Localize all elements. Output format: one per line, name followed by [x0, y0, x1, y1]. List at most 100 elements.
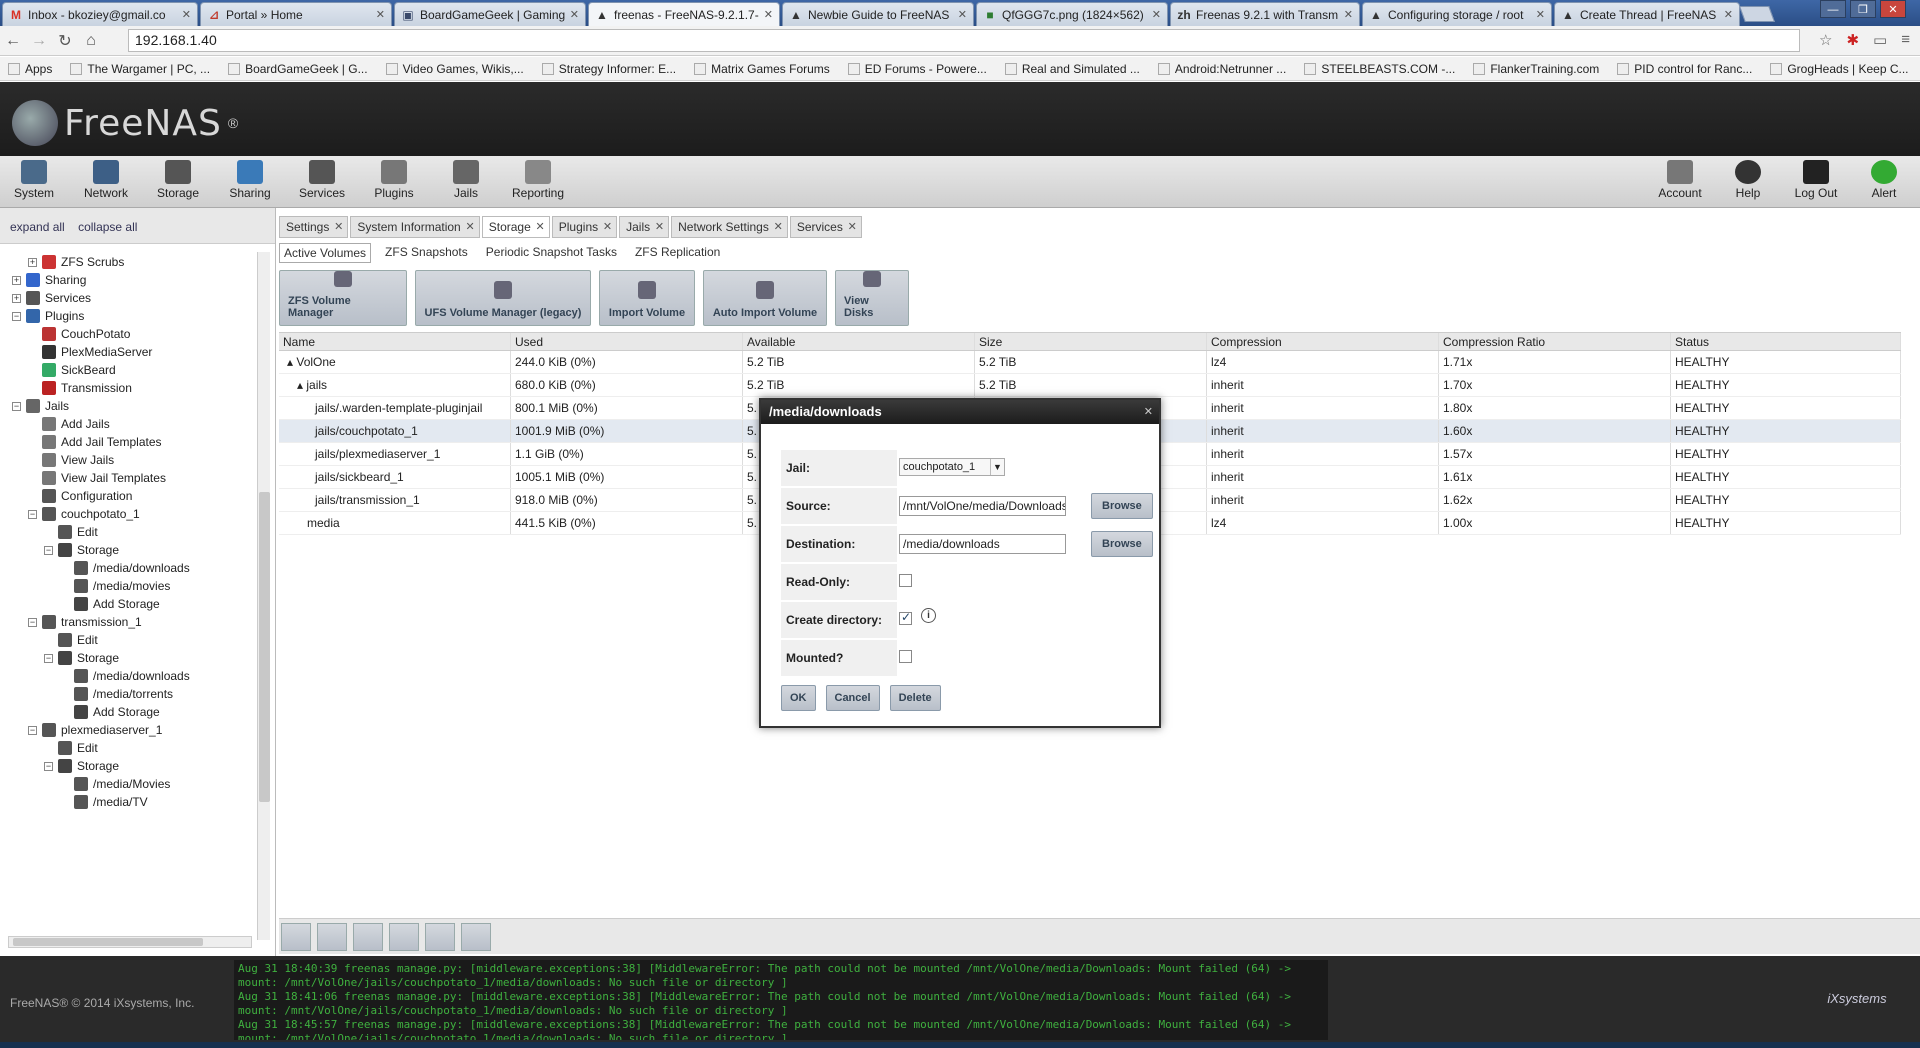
tree-item[interactable]: Add Storage	[74, 702, 160, 722]
tree-expander-icon[interactable]: −	[44, 761, 53, 771]
toolbar-log-out-button[interactable]: Log Out	[1786, 160, 1846, 200]
close-icon[interactable]: ✕	[1724, 8, 1733, 21]
browser-tab[interactable]: ▲ Configuring storage / root ✕	[1362, 2, 1552, 26]
close-icon[interactable]: ✕	[603, 217, 612, 237]
tree-item[interactable]: − transmission_1	[28, 612, 142, 632]
destination-input[interactable]: /media/downloads	[899, 534, 1066, 554]
toolbar-services-button[interactable]: Services	[292, 160, 352, 200]
reload-icon[interactable]: ↻	[52, 31, 78, 51]
bookmark-star-icon[interactable]: ☆	[1819, 31, 1832, 49]
new-tab-button[interactable]	[1739, 6, 1775, 22]
tree-expander-icon[interactable]: −	[44, 653, 53, 663]
toolbar-network-button[interactable]: Network	[76, 160, 136, 200]
tree-item[interactable]: Add Jail Templates	[42, 432, 162, 452]
close-icon[interactable]: ✕	[1344, 8, 1353, 21]
close-icon[interactable]: ✕	[536, 217, 545, 237]
tree-item[interactable]: Add Storage	[74, 594, 160, 614]
subtab-active-volumes[interactable]: Active Volumes	[279, 243, 372, 263]
extension-icon[interactable]: ✱	[1846, 31, 1859, 49]
bookmark-item[interactable]: FlankerTraining.com	[1473, 62, 1599, 76]
close-icon[interactable]: ✕	[655, 217, 664, 237]
close-icon[interactable]: ✕	[466, 217, 475, 237]
bookmark-item[interactable]: Apps	[8, 62, 52, 76]
tree-item[interactable]: Configuration	[42, 486, 132, 506]
browser-tab[interactable]: ▲ Create Thread | FreeNAS C ✕	[1554, 2, 1740, 26]
forward-arrow-icon[interactable]: →	[26, 32, 52, 50]
bookmark-item[interactable]: ED Forums - Powere...	[847, 62, 987, 76]
tree-expander-icon[interactable]: −	[12, 401, 21, 411]
bookmark-item[interactable]: Strategy Informer: E...	[541, 62, 676, 76]
tab-storage[interactable]: Storage ✕	[481, 216, 550, 238]
tree-expander-icon[interactable]: −	[28, 509, 37, 519]
table-row[interactable]: ▴ VolOne 244.0 KiB (0%) 5.2 TiB 5.2 TiB lz4 1…	[279, 351, 1901, 374]
read-only-checkbox[interactable]	[899, 574, 912, 587]
tree-expander-icon[interactable]: ▴	[297, 378, 306, 392]
close-icon[interactable]: ✕	[1536, 8, 1545, 21]
tree-item[interactable]: Edit	[58, 738, 98, 758]
dialog-close-icon[interactable]: ✕	[1144, 400, 1153, 424]
column-header[interactable]: Status	[1671, 333, 1901, 350]
tree-item[interactable]: − Jails	[12, 396, 69, 416]
tree-item[interactable]: Add Jails	[42, 414, 110, 434]
toolbar-plugins-button[interactable]: Plugins	[364, 160, 424, 200]
browser-tab[interactable]: ▣ BoardGameGeek | Gaming ✕	[394, 2, 586, 26]
tree-expander-icon[interactable]: +	[28, 257, 37, 267]
tree-item[interactable]: − Storage	[44, 756, 119, 776]
delete-button[interactable]: Delete	[889, 685, 941, 711]
close-icon[interactable]: ✕	[1152, 8, 1161, 21]
tree-item[interactable]: − couchpotato_1	[28, 504, 140, 524]
tree-item[interactable]: /media/movies	[74, 576, 170, 596]
back-arrow-icon[interactable]: ←	[0, 32, 26, 50]
create-directory-checkbox[interactable]	[899, 610, 912, 625]
toolbar-storage-button[interactable]: Storage	[148, 160, 208, 200]
menu-icon[interactable]: ≡	[1901, 31, 1910, 49]
mounted-checkbox[interactable]	[899, 650, 912, 663]
browser-tab[interactable]: ▲ Newbie Guide to FreeNAS ✕	[782, 2, 974, 26]
bookmark-item[interactable]: Video Games, Wikis,...	[385, 62, 524, 76]
tree-item[interactable]: − Plugins	[12, 306, 84, 326]
bookmark-item[interactable]: Android:Netrunner ...	[1157, 62, 1286, 76]
toolbar-system-button[interactable]: System	[4, 160, 64, 200]
bookmark-item[interactable]: STEELBEASTS.COM -...	[1304, 62, 1455, 76]
cancel-button[interactable]: Cancel	[825, 685, 880, 711]
tree-expander-icon[interactable]: −	[12, 311, 21, 321]
tree-item[interactable]: PlexMediaServer	[42, 342, 152, 362]
close-icon[interactable]: ✕	[376, 8, 385, 21]
browser-tab[interactable]: ▲ freenas - FreeNAS-9.2.1.7- ✕	[588, 2, 780, 26]
home-icon[interactable]: ⌂	[78, 32, 104, 50]
tree-item[interactable]: /media/downloads	[74, 558, 190, 578]
toolbar-sharing-button[interactable]: Sharing	[220, 160, 280, 200]
close-icon[interactable]: ✕	[182, 8, 191, 21]
create-dataset-button[interactable]	[425, 923, 455, 951]
ok-button[interactable]: OK	[781, 685, 816, 711]
ufs-volume-manager-legacy--button[interactable]: UFS Volume Manager (legacy)	[415, 270, 591, 326]
source-input[interactable]: /mnt/VolOne/media/Downloads	[899, 496, 1066, 516]
table-row[interactable]: ▴ jails 680.0 KiB (0%) 5.2 TiB 5.2 TiB inher…	[279, 374, 1901, 397]
tab-network-settings[interactable]: Network Settings ✕	[671, 216, 788, 238]
import-volume-button[interactable]: Import Volume	[599, 270, 695, 326]
tree-item[interactable]: Edit	[58, 630, 98, 650]
expand-all-link[interactable]: expand all	[10, 220, 65, 234]
bookmark-item[interactable]: PID control for Ranc...	[1617, 62, 1752, 76]
close-icon[interactable]: ✕	[334, 217, 343, 237]
tree-item[interactable]: /media/TV	[74, 792, 148, 812]
tree-item[interactable]: Transmission	[42, 378, 132, 398]
tree-item[interactable]: − Storage	[44, 540, 119, 560]
source-browse-button[interactable]: Browse	[1091, 493, 1153, 519]
tree-expander-icon[interactable]: ▴	[287, 355, 296, 369]
toolbar-jails-button[interactable]: Jails	[436, 160, 496, 200]
bookmark-item[interactable]: Real and Simulated ...	[1004, 62, 1140, 76]
tree-item[interactable]: /media/torrents	[74, 684, 173, 704]
maximize-icon[interactable]: ❐	[1850, 0, 1876, 18]
edit-options-button[interactable]	[389, 923, 419, 951]
tab-plugins[interactable]: Plugins ✕	[551, 216, 618, 238]
column-header[interactable]: Used	[511, 333, 743, 350]
tree-item[interactable]: Edit	[58, 522, 98, 542]
cast-icon[interactable]: ▭	[1873, 31, 1887, 49]
info-icon[interactable]: i	[921, 608, 936, 623]
bookmark-item[interactable]: GrogHeads | Keep C...	[1770, 62, 1909, 76]
tree-horizontal-scrollbar[interactable]	[8, 936, 252, 948]
close-icon[interactable]: ✕	[764, 8, 773, 21]
volume-status-button[interactable]	[461, 923, 491, 951]
tree-item[interactable]: + ZFS Scrubs	[28, 252, 124, 272]
